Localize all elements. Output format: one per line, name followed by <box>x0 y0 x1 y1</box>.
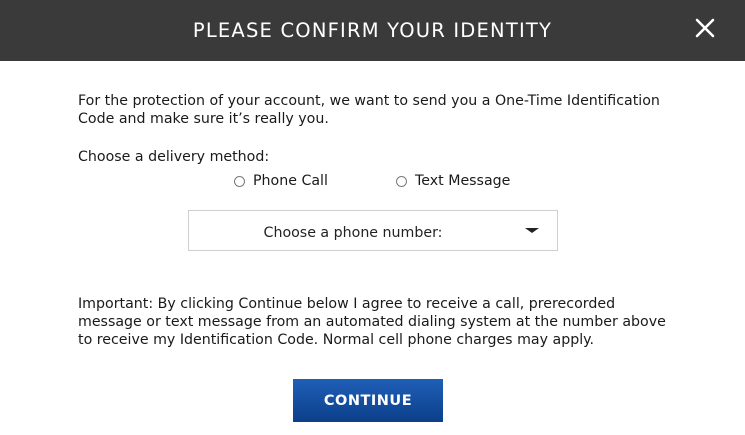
intro-block: For the protection of your account, we w… <box>78 92 678 128</box>
phone-number-select[interactable]: Choose a phone number: <box>188 210 558 251</box>
radio-phone-call[interactable]: Phone Call <box>234 171 328 191</box>
modal-header: PLEASE CONFIRM YOUR IDENTITY <box>0 0 745 61</box>
close-button[interactable] <box>693 16 717 40</box>
radio-button-icon[interactable] <box>234 175 245 187</box>
continue-button[interactable]: CONTINUE <box>293 379 443 422</box>
radio-button-icon[interactable] <box>396 175 407 187</box>
important-notice: Important: By clicking Continue below I … <box>78 296 666 348</box>
phone-number-select-value: Choose a phone number: <box>263 225 443 241</box>
radio-text-message[interactable]: Text Message <box>396 171 510 191</box>
close-icon <box>695 18 715 38</box>
radio-phone-call-label: Phone Call <box>253 173 328 189</box>
radio-text-message-label: Text Message <box>415 173 511 189</box>
identity-modal: PLEASE CONFIRM YOUR IDENTITY For the pro… <box>0 0 745 435</box>
delivery-method-label: Choose a delivery method: <box>78 149 270 165</box>
caret-down-icon <box>525 228 539 233</box>
modal-title: PLEASE CONFIRM YOUR IDENTITY <box>192 19 553 42</box>
intro-text: For the protection of your account, we w… <box>78 93 660 127</box>
